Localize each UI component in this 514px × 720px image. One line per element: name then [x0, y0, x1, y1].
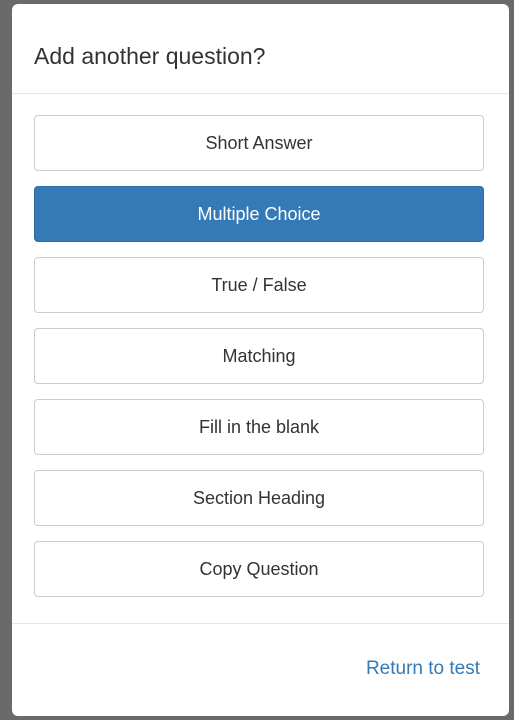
return-to-test-link[interactable]: Return to test: [366, 658, 480, 680]
dialog-title: Add another question?: [34, 43, 266, 69]
multiple-choice-button[interactable]: Multiple Choice: [34, 186, 484, 242]
section-heading-button[interactable]: Section Heading: [34, 470, 484, 526]
fill-in-the-blank-button[interactable]: Fill in the blank: [34, 399, 484, 455]
add-question-dialog: Add another question? Short Answer Multi…: [12, 4, 509, 716]
true-false-button[interactable]: True / False: [34, 257, 484, 313]
dialog-header: Add another question?: [12, 4, 509, 94]
copy-question-button[interactable]: Copy Question: [34, 541, 484, 597]
dialog-footer: Return to test: [12, 623, 509, 716]
short-answer-button[interactable]: Short Answer: [34, 115, 484, 171]
matching-button[interactable]: Matching: [34, 328, 484, 384]
